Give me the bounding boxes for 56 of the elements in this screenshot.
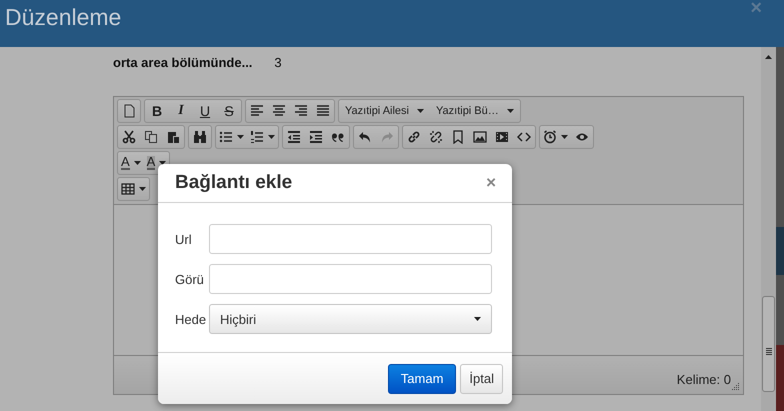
indent-icon (309, 130, 323, 144)
underline-button[interactable]: U (193, 100, 217, 122)
input-field[interactable] (209, 224, 492, 254)
ok-button[interactable]: Tamam (388, 364, 456, 394)
input-field[interactable] (209, 264, 492, 294)
image-icon (473, 130, 487, 144)
target-select[interactable]: Hiçbiri (209, 304, 492, 334)
font-size-dropdown[interactable]: Yazıtipi Bü… (430, 100, 520, 122)
bullet-list-icon (219, 130, 233, 144)
table-icon (121, 182, 135, 196)
field-value: 3 (274, 55, 282, 71)
cancel-button[interactable]: İptal (460, 364, 503, 394)
bold-button[interactable]: B (145, 100, 169, 122)
bookmark-icon (451, 130, 465, 144)
binoculars-icon (193, 130, 207, 144)
caret-icon (561, 135, 568, 139)
window-title: Düzenleme (5, 4, 122, 31)
field-label: Url (175, 232, 193, 246)
caret-icon (134, 161, 141, 165)
field-label: Hede (175, 312, 208, 326)
scroll-up-icon (765, 55, 772, 59)
undo-icon (358, 130, 372, 144)
align-justify-icon (316, 104, 330, 118)
redo-icon (380, 130, 394, 144)
caret-icon (506, 109, 514, 113)
word-count: Kelime: 0 (676, 372, 731, 387)
unlink-icon (429, 130, 443, 144)
field-label: Görü (175, 272, 205, 286)
film-icon (495, 130, 509, 144)
clock-icon (543, 130, 557, 144)
caret-icon (417, 109, 424, 113)
link-icon (407, 130, 421, 144)
paste-icon (166, 130, 180, 144)
scroll-thumb[interactable] (762, 296, 775, 392)
italic-button[interactable]: I (169, 100, 193, 122)
align-right-icon (294, 104, 308, 118)
caret-icon (474, 317, 481, 321)
text-color-button[interactable]: A (118, 152, 144, 174)
numbered-list-icon (250, 130, 264, 144)
dialog-title: Bağlantı ekle (175, 172, 292, 194)
copy-icon (144, 130, 158, 144)
caret-icon (268, 135, 275, 139)
align-center-icon (272, 104, 286, 118)
scissors-icon (122, 130, 136, 144)
caret-icon (139, 187, 146, 191)
align-left-icon (250, 104, 264, 118)
font-family-dropdown[interactable]: Yazıtipi Ailesi (339, 100, 430, 122)
strikethrough-button[interactable]: S (217, 100, 241, 122)
close-button[interactable]: × (486, 173, 496, 193)
scrollbar[interactable] (761, 47, 776, 411)
outdent-icon (287, 130, 301, 144)
field-label: orta area bölümünde... (113, 55, 252, 71)
caret-icon (237, 135, 244, 139)
document-icon (122, 104, 136, 118)
grip-icon (766, 348, 772, 355)
code-icon (517, 130, 531, 144)
